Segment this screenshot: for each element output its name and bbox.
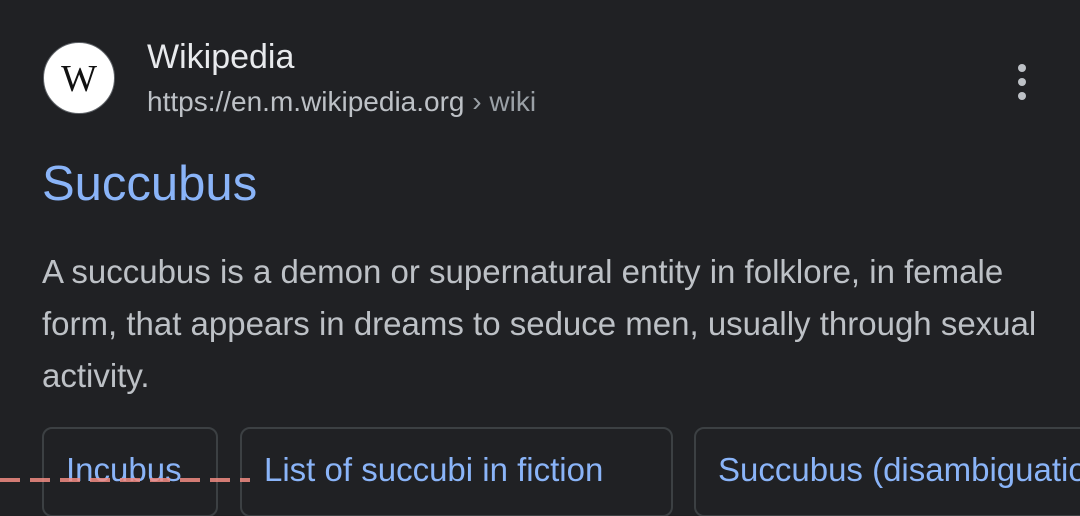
chip-label: Incubus [66,451,182,488]
chip-label: Succubus (disambiguation) [718,451,1080,488]
related-chip-incubus[interactable]: Incubus [42,427,218,516]
site-url[interactable]: https://en.m.wikipedia.org › wiki [147,86,536,118]
text-highlight-mark [0,478,250,482]
chip-label: List of succubi in fiction [264,451,604,488]
wikipedia-icon[interactable]: W [43,42,115,114]
more-vert-icon[interactable] [998,58,1046,106]
site-url-breadcrumb: › wiki [464,86,537,117]
related-chip-disambiguation[interactable]: Succubus (disambiguation) [694,427,1080,516]
site-url-host: https://en.m.wikipedia.org [147,86,465,117]
menu-dot [1018,92,1026,100]
related-chip-list-of-succubi[interactable]: List of succubi in fiction [240,427,673,516]
search-result-card: W Wikipedia https://en.m.wikipedia.org ›… [0,0,1080,516]
result-snippet: A succubus is a demon or supernatural en… [42,253,1037,394]
result-title-link[interactable]: Succubus [42,156,257,212]
site-name[interactable]: Wikipedia [147,38,294,77]
favicon-letter: W [61,58,97,100]
menu-dot [1018,64,1026,72]
menu-dot [1018,78,1026,86]
